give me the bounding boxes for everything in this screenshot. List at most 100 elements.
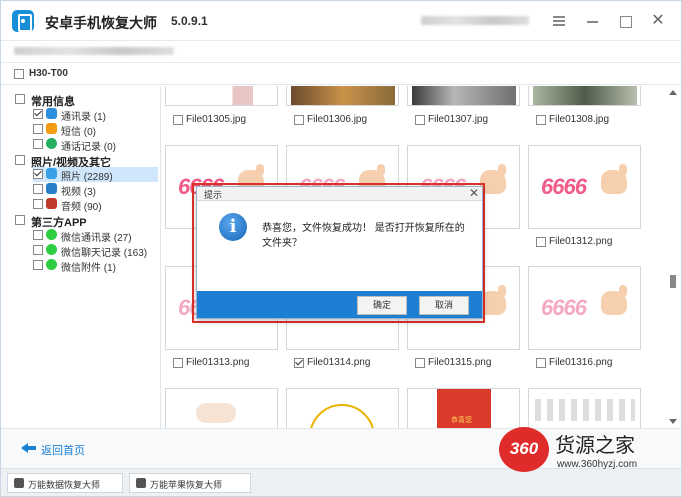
category-sidebar: 常用信息 通讯录 (1) 短信 (0) 通话记录 (0) 照片/视频及其它 照片… [1, 86, 161, 428]
app-window: 安卓手机恢复大师 5.0.9.1 ✕ H30-T00 常用信息 通讯录 (1) [0, 0, 682, 497]
app-logo-icon [12, 10, 34, 32]
file-thumbnail[interactable] [407, 86, 520, 106]
file-checkbox[interactable] [536, 358, 546, 368]
dialog-footer: 确定 取消 [197, 291, 482, 318]
device-name: H30-T00 [29, 68, 68, 79]
file-thumbnail[interactable] [165, 388, 278, 428]
item-checkbox[interactable] [33, 109, 43, 119]
sidebar-item-wechat-contacts[interactable]: 微信通讯录 (27) [33, 228, 158, 244]
ring-image [309, 404, 375, 428]
account-detail-blurred [14, 47, 174, 55]
item-label: 视频 (3) [61, 187, 96, 198]
account-bar [1, 41, 681, 63]
dialog-close-icon[interactable]: ✕ [469, 186, 479, 200]
category-common-info[interactable]: 常用信息 [15, 92, 155, 108]
category-checkbox[interactable] [15, 94, 25, 104]
account-info-blurred [421, 16, 529, 25]
minimize-icon[interactable] [585, 13, 601, 29]
item-label: 通讯录 (1) [61, 112, 106, 123]
watermark-logo: 360 [499, 427, 549, 472]
sidebar-item-audio[interactable]: 音频 (90) [33, 197, 158, 213]
item-checkbox[interactable] [33, 184, 43, 194]
file-checkbox[interactable] [536, 115, 546, 125]
footer-tab-apple-recovery[interactable]: 万能苹果恢复大师 [129, 473, 251, 493]
category-checkbox[interactable] [15, 215, 25, 225]
item-checkbox[interactable] [33, 230, 43, 240]
thumb-text: 6666 [541, 295, 587, 320]
scroll-up-icon[interactable] [669, 90, 677, 95]
confirm-button[interactable]: 确定 [357, 296, 407, 315]
footer-tab-label: 万能苹果恢复大师 [150, 480, 223, 490]
watermark-name: 货源之家 [555, 433, 635, 457]
sidebar-item-contacts[interactable]: 通讯录 (1) [33, 107, 158, 123]
file-checkbox[interactable] [294, 115, 304, 125]
file-name: File01313.png [186, 357, 250, 368]
file-checkbox[interactable] [173, 115, 183, 125]
item-checkbox[interactable] [33, 199, 43, 209]
back-home-link[interactable]: 返回首页 [41, 442, 85, 458]
watermark-logo-text: 360 [509, 439, 539, 458]
file-checkbox[interactable] [536, 237, 546, 247]
sms-icon [46, 123, 57, 134]
sidebar-item-photos[interactable]: 照片 (2289) [33, 167, 158, 183]
file-name: File01305.jpg [186, 114, 247, 125]
watermark-url: www.360hyzj.com [557, 459, 638, 470]
file-name: File01314.png [307, 357, 371, 368]
prompt-dialog: 提示 ✕ i 恭喜您，文件恢复成功！ 是否打开恢复所在的文件夹？ 确定 取消 [196, 186, 483, 319]
file-name: File01306.jpg [307, 114, 368, 125]
sidebar-item-wechat-chats[interactable]: 微信聊天记录 (163) [33, 243, 158, 259]
file-checkbox[interactable] [294, 358, 304, 368]
item-checkbox[interactable] [33, 139, 43, 149]
sidebar-item-call-log[interactable]: 通话记录 (0) [33, 137, 158, 153]
category-checkbox[interactable] [15, 155, 25, 165]
dialog-title: 提示 [204, 190, 223, 200]
item-checkbox[interactable] [33, 260, 43, 270]
file-thumbnail[interactable]: 6666 [528, 145, 641, 229]
scroll-thumb[interactable] [670, 275, 676, 288]
category-third-party-apps[interactable]: 第三方APP [15, 213, 155, 229]
video-icon [46, 183, 57, 194]
category-media[interactable]: 照片/视频及其它 [15, 153, 155, 169]
item-checkbox[interactable] [33, 245, 43, 255]
wechat-icon [46, 229, 57, 240]
back-arrow-icon[interactable] [21, 441, 36, 453]
file-checkbox[interactable] [173, 358, 183, 368]
device-checkbox[interactable] [14, 69, 24, 79]
thumb-text: 6666 [541, 174, 587, 199]
red-envelope-image: 恭喜您 [437, 389, 491, 428]
file-name: File01308.jpg [549, 114, 610, 125]
device-bar: H30-T00 [1, 63, 681, 85]
close-icon[interactable]: ✕ [650, 13, 666, 29]
menu-icon[interactable] [551, 13, 567, 29]
item-checkbox[interactable] [33, 169, 43, 179]
item-checkbox[interactable] [33, 124, 43, 134]
photos-icon [46, 168, 57, 179]
footer-tab-data-recovery[interactable]: 万能数据恢复大师 [7, 473, 123, 493]
file-thumbnail[interactable] [286, 388, 399, 428]
file-thumbnail[interactable]: 6666 [528, 266, 641, 350]
contacts-icon [46, 108, 57, 119]
red-card-text: 恭喜您 [451, 417, 472, 424]
dialog-message: 恭喜您，文件恢复成功！ 是否打开恢复所在的文件夹？ [262, 223, 465, 249]
title-bar: 安卓手机恢复大师 5.0.9.1 ✕ [1, 1, 681, 41]
file-name: File01307.jpg [428, 114, 489, 125]
dialog-header: 提示 ✕ [197, 186, 482, 201]
cancel-button[interactable]: 取消 [419, 296, 469, 315]
file-thumbnail[interactable] [528, 86, 641, 106]
item-label: 微信通讯录 (27) [61, 233, 132, 244]
file-checkbox[interactable] [415, 358, 425, 368]
info-icon: i [219, 213, 247, 241]
vertical-scrollbar[interactable] [665, 86, 681, 428]
maximize-icon[interactable] [618, 13, 634, 29]
hand-gesture-icon [601, 164, 627, 194]
file-thumbnail[interactable] [286, 86, 399, 106]
file-checkbox[interactable] [415, 115, 425, 125]
file-name: File01312.png [549, 236, 613, 247]
call-log-icon [46, 138, 57, 149]
sidebar-item-sms[interactable]: 短信 (0) [33, 122, 158, 138]
sidebar-item-wechat-attachments[interactable]: 微信附件 (1) [33, 258, 158, 274]
file-thumbnail[interactable] [165, 86, 278, 106]
item-label: 短信 (0) [61, 127, 96, 138]
sidebar-item-video[interactable]: 视频 (3) [33, 182, 158, 198]
item-label: 通话记录 (0) [61, 142, 116, 153]
